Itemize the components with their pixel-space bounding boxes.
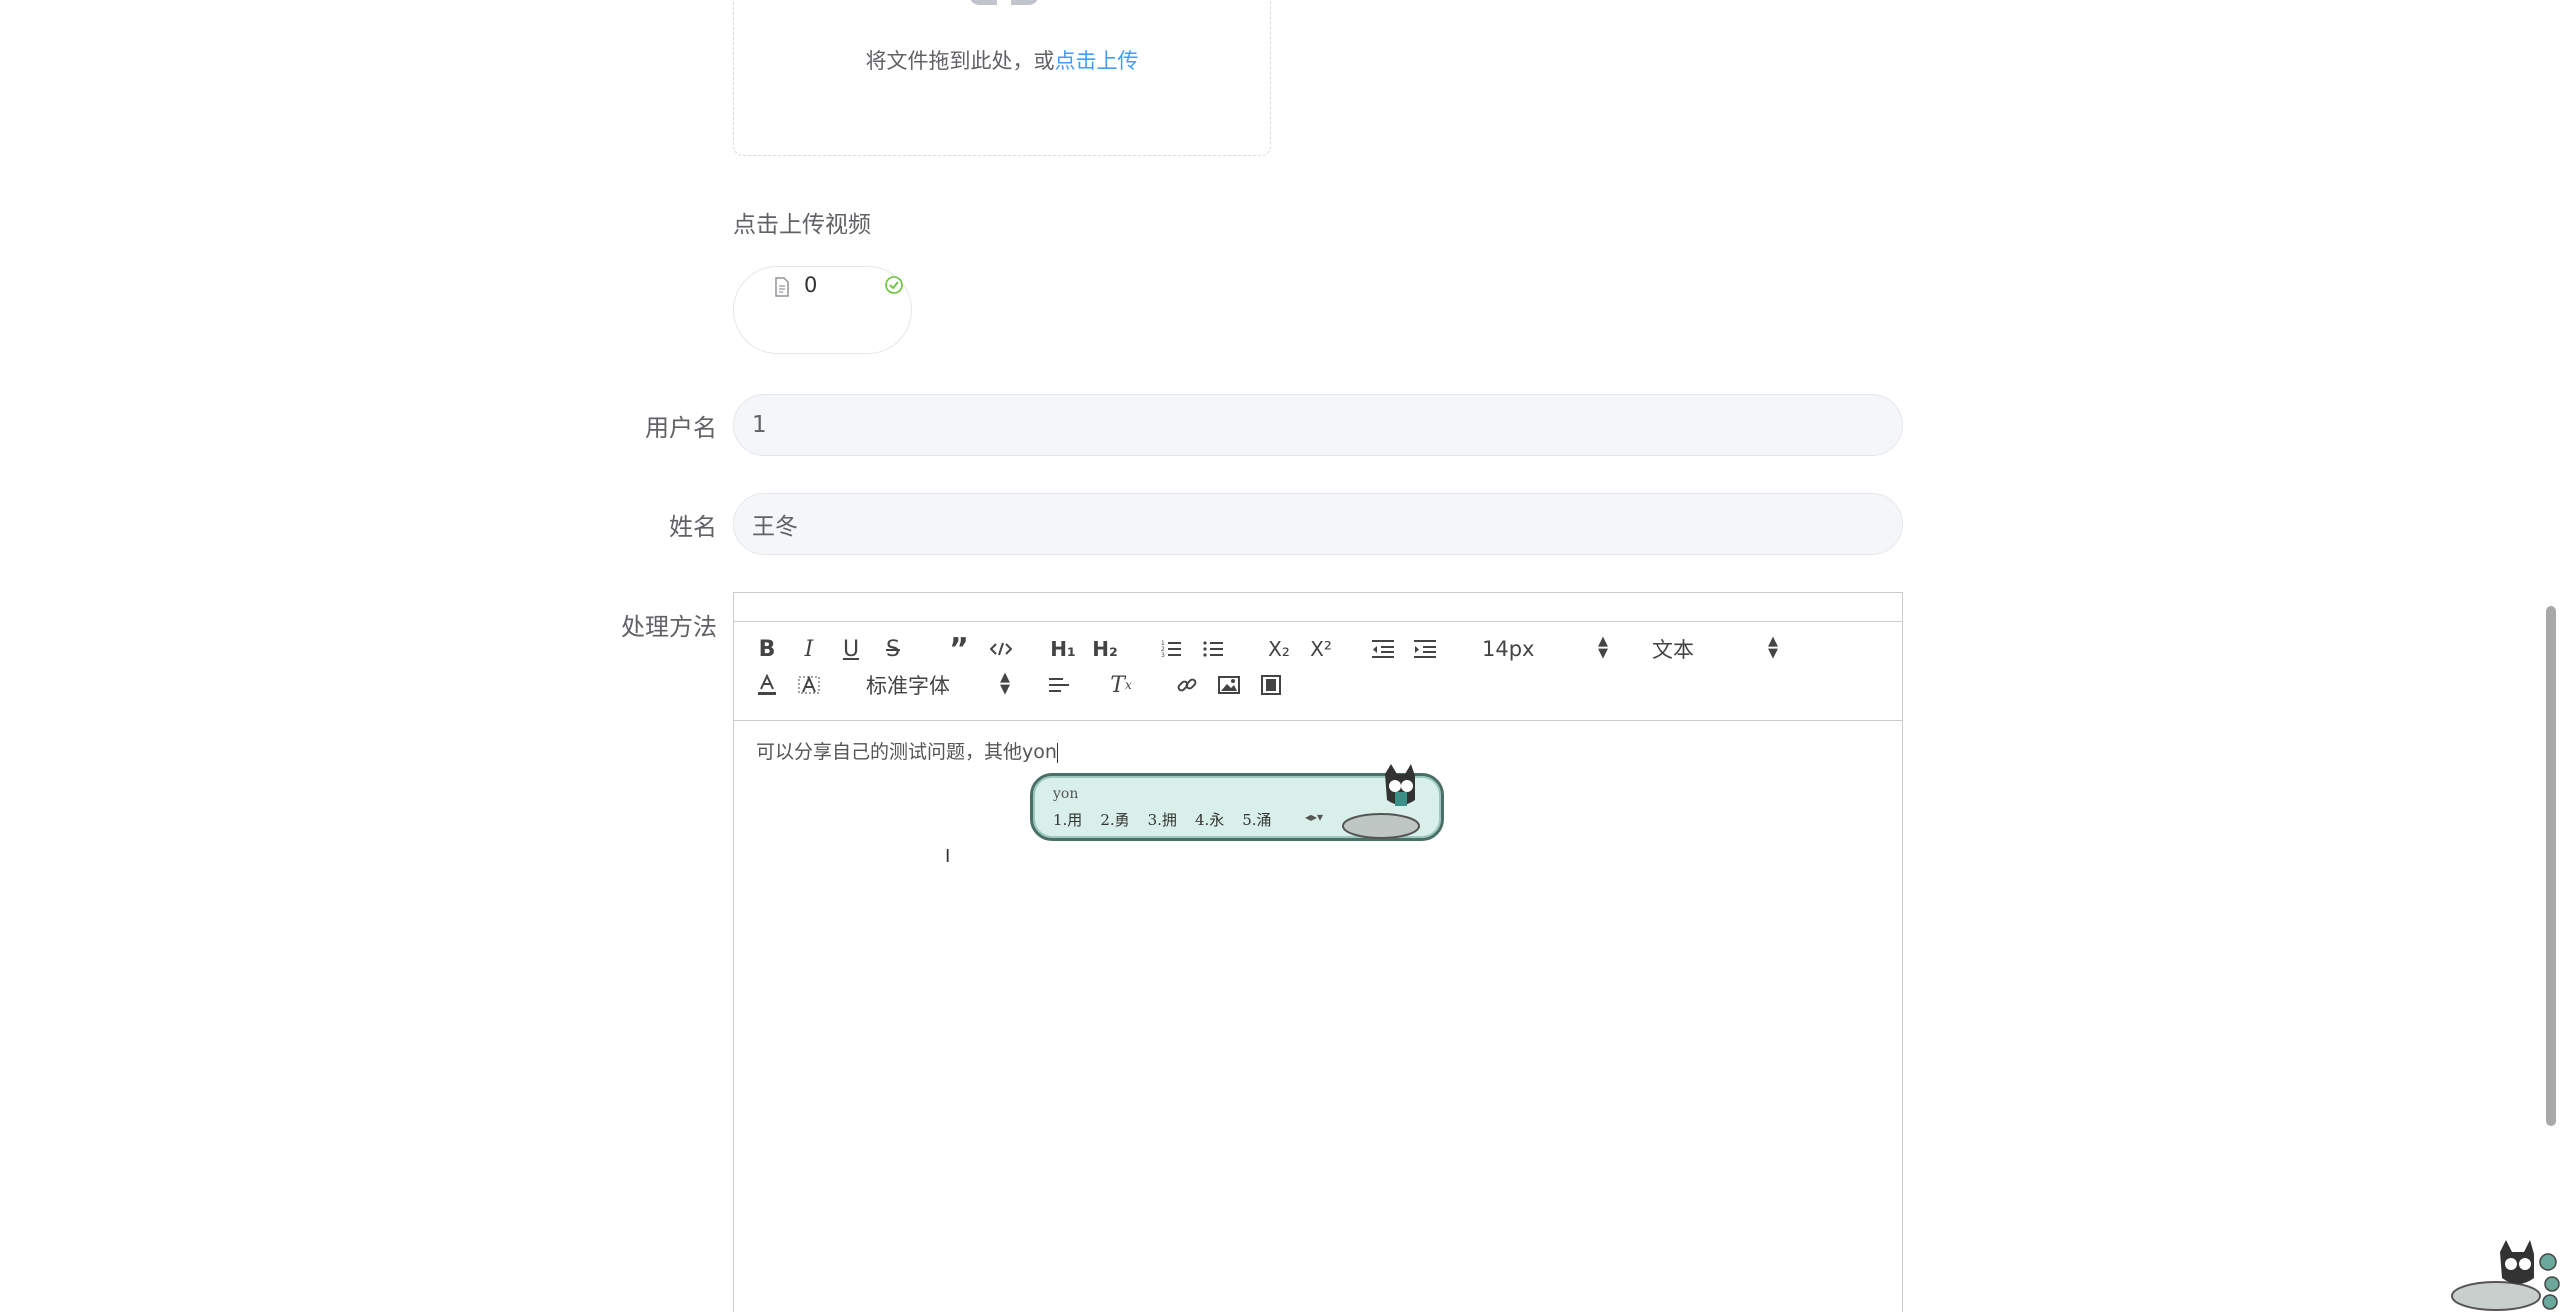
video-upload-button[interactable]: 点击上传视频 <box>733 205 871 239</box>
upload-hint: 将文件拖到此处，或点击上传 <box>734 45 1270 75</box>
name-label: 姓名 <box>669 513 717 541</box>
method-label: 处理方法 <box>621 613 717 641</box>
h1-button[interactable]: H₁ <box>1048 634 1078 664</box>
clear-format-button[interactable]: Tx <box>1108 670 1134 700</box>
text-cursor-icon: I <box>945 846 951 867</box>
ime-pager-icon[interactable]: ◂▸▾ <box>1305 810 1323 824</box>
background-color-button[interactable] <box>796 670 822 700</box>
upload-dropzone[interactable]: 将文件拖到此处，或点击上传 <box>733 0 1271 156</box>
page-scrollbar[interactable] <box>2546 606 2556 1126</box>
superscript-button[interactable]: X² <box>1306 634 1336 664</box>
video-file-name: 0 <box>804 273 818 297</box>
blockquote-button[interactable]: ” <box>946 632 972 667</box>
upload-success-icon <box>885 276 903 294</box>
ime-candidate[interactable]: 1.用 <box>1053 809 1082 830</box>
bullet-list-icon <box>1203 641 1223 657</box>
ime-candidate[interactable]: 5.涌 <box>1242 809 1271 830</box>
font-family-value: 标准字体 <box>866 674 950 698</box>
subscript-button[interactable]: X₂ <box>1264 634 1294 664</box>
indent-button[interactable] <box>1412 634 1438 664</box>
link-button[interactable] <box>1174 670 1200 700</box>
outdent-button[interactable] <box>1370 634 1396 664</box>
ime-candidate[interactable]: 3.拥 <box>1148 809 1177 830</box>
outdent-icon <box>1372 640 1394 658</box>
editor-toolbar: B I U S ” H₁ H₂ 123 X₂ X² 14px ▲ ▼ 文本 ▲ … <box>734 622 1902 721</box>
bold-button[interactable]: B <box>754 634 780 664</box>
ime-mascot-icon <box>1342 764 1420 839</box>
ime-candidate[interactable]: 4.永 <box>1195 809 1224 830</box>
ime-candidate[interactable]: 2.勇 <box>1100 809 1129 830</box>
font-size-value: 14px <box>1482 637 1535 661</box>
align-button[interactable] <box>1046 670 1072 700</box>
rich-text-editor: B I U S ” H₁ H₂ 123 X₂ X² 14px ▲ ▼ 文本 ▲ … <box>733 592 1903 1312</box>
document-icon <box>775 277 789 297</box>
text-color-button[interactable] <box>754 670 780 700</box>
italic-button[interactable]: I <box>796 634 822 664</box>
font-family-arrows-icon: ▲ ▼ <box>1000 670 1010 697</box>
underline-button[interactable]: U <box>838 634 864 664</box>
font-size-select[interactable]: 14px ▲ ▼ <box>1482 634 1608 664</box>
ime-composition: yon <box>1053 786 1079 802</box>
h2-button[interactable]: H₂ <box>1090 634 1120 664</box>
video-button[interactable] <box>1258 670 1284 700</box>
link-icon <box>1177 678 1197 692</box>
code-button[interactable] <box>988 634 1014 664</box>
username-input[interactable] <box>733 394 1903 456</box>
ime-candidate-window: yon 1.用 2.勇 3.拥 4.永 5.涌 ◂▸▾ <box>1030 764 1444 841</box>
upload-cloud-icon <box>970 0 1038 5</box>
corner-mascot-icon <box>2451 1240 2560 1311</box>
image-icon <box>1218 676 1240 694</box>
svg-text:3: 3 <box>1161 652 1165 659</box>
image-button[interactable] <box>1216 670 1242 700</box>
ime-candidate-list: 1.用 2.勇 3.拥 4.永 5.涌 <box>1053 809 1272 830</box>
header-select[interactable]: 文本 ▲ ▼ <box>1652 634 1778 664</box>
text-caret <box>1056 742 1058 763</box>
font-family-select[interactable]: 标准字体 ▲ ▼ <box>866 670 1010 700</box>
page: 将文件拖到此处，或点击上传 点击上传视频 0 用户名 姓名 处理方法 B I U… <box>0 0 2560 1312</box>
ordered-list-icon: 123 <box>1161 640 1181 659</box>
align-left-icon <box>1049 678 1069 692</box>
header-select-value: 文本 <box>1652 638 1694 662</box>
header-arrows-icon: ▲ ▼ <box>1768 634 1778 661</box>
name-input[interactable] <box>733 493 1903 555</box>
upload-hint-text: 将文件拖到此处，或 <box>865 49 1055 73</box>
code-icon <box>990 642 1012 656</box>
click-upload-link[interactable]: 点击上传 <box>1055 49 1139 73</box>
text-color-icon <box>758 674 776 695</box>
video-icon <box>1261 675 1281 695</box>
background-color-icon <box>798 675 820 694</box>
indent-icon <box>1414 640 1436 658</box>
uploaded-video-item[interactable]: 0 <box>733 266 912 354</box>
ordered-list-button[interactable]: 123 <box>1158 634 1184 664</box>
font-size-arrows-icon: ▲ ▼ <box>1598 634 1608 661</box>
username-label: 用户名 <box>645 414 717 442</box>
bullet-list-button[interactable] <box>1200 634 1226 664</box>
strike-button[interactable]: S <box>880 634 906 664</box>
editor-text: 可以分享自己的测试问题，其他yon <box>756 741 1057 763</box>
editor-content[interactable]: 可以分享自己的测试问题，其他yon <box>756 737 1058 764</box>
editor-top-strip <box>734 593 1902 622</box>
